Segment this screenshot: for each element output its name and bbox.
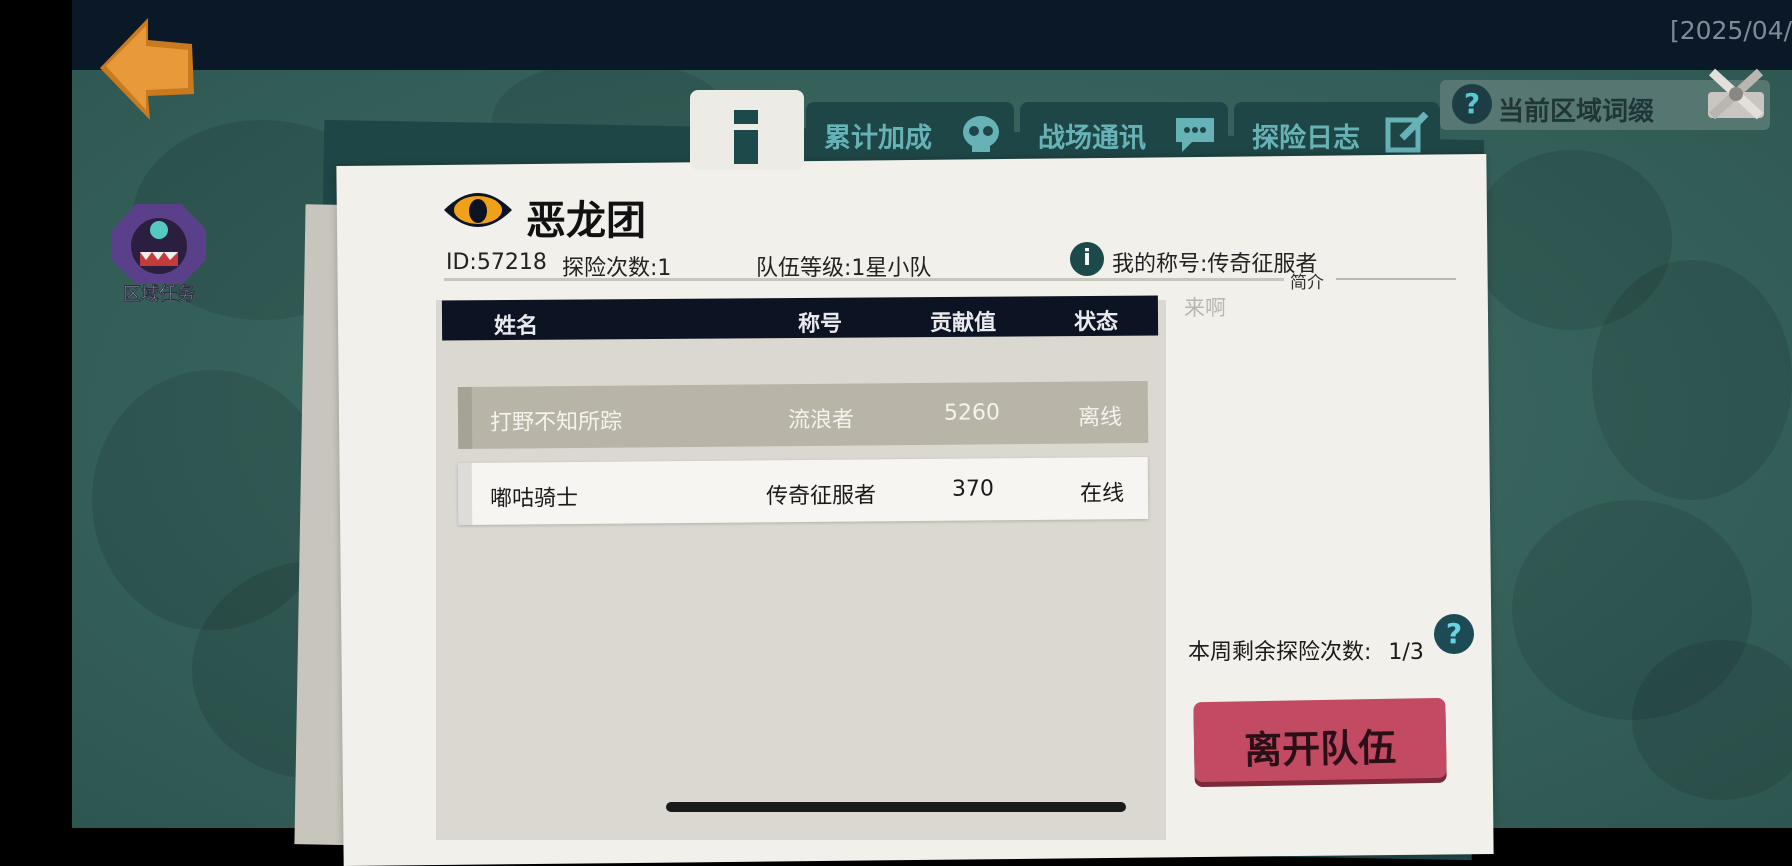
- member-contribution: 370: [951, 476, 995, 502]
- top-bar: [2025/04/: [72, 0, 1792, 70]
- table-row[interactable]: 嘟咕骑士 传奇征服者 370 在线: [457, 456, 1149, 526]
- crossed-swords-icon[interactable]: [1702, 66, 1770, 124]
- team-id: ID:57218: [446, 250, 547, 275]
- help-icon[interactable]: ?: [1434, 614, 1474, 654]
- row-stripe: [457, 386, 473, 450]
- home-indicator[interactable]: [666, 802, 1126, 812]
- row-stripe: [457, 462, 473, 526]
- region-quest-icon: [112, 204, 206, 284]
- table-row[interactable]: 打野不知所踪 流浪者 5260 离线: [457, 380, 1149, 450]
- intro-divider: [1336, 278, 1456, 280]
- leave-team-button[interactable]: 离开队伍: [1193, 697, 1447, 783]
- header-title: 称号: [797, 311, 843, 338]
- member-title: 传奇征服者: [765, 483, 877, 510]
- chat-bubble-icon: [1176, 118, 1214, 152]
- intro-text: 来啊: [1184, 296, 1226, 320]
- member-status: 离线: [1077, 405, 1123, 431]
- foliage-blob: [1632, 640, 1792, 800]
- tab-battle-comms[interactable]: 战场通讯: [1020, 102, 1228, 164]
- eye-logo-icon: [444, 193, 512, 227]
- tab-label: 探险日志: [1252, 123, 1360, 154]
- member-name: 打野不知所踪: [489, 409, 623, 436]
- date-text: [2025/04/: [1669, 16, 1792, 45]
- divider: [444, 278, 1284, 281]
- weekly-remaining: 本周剩余探险次数: 1/3: [1188, 634, 1424, 666]
- weekly-remaining-label: 本周剩余探险次数:: [1188, 640, 1372, 665]
- region-affix-label: 当前区域词缀: [1498, 97, 1655, 127]
- header-name: 姓名: [493, 313, 539, 340]
- info-icon: i: [1070, 242, 1104, 276]
- help-icon[interactable]: ?: [1452, 84, 1492, 124]
- region-quest-label: 区域任务: [123, 284, 195, 305]
- info-icon: [734, 110, 758, 164]
- member-contribution: 5260: [943, 400, 1001, 426]
- foliage-blob: [1592, 260, 1792, 500]
- edit-log-icon: [1385, 112, 1429, 153]
- leave-team-label: 离开队伍: [1243, 725, 1397, 773]
- tab-label: 战场通讯: [1038, 123, 1146, 154]
- back-arrow-icon: [100, 18, 194, 120]
- tab-label: 累计加成: [824, 123, 932, 154]
- tab-info[interactable]: [690, 90, 804, 170]
- skull-icon: [963, 116, 999, 152]
- back-button[interactable]: [92, 10, 202, 120]
- tab-cumulative-bonus[interactable]: 累计加成: [806, 102, 1014, 164]
- member-status: 在线: [1079, 481, 1125, 507]
- intro-label: 简介: [1290, 273, 1324, 293]
- member-title: 流浪者: [787, 407, 855, 434]
- member-name: 嘟咕骑士: [489, 485, 579, 512]
- header-status: 状态: [1073, 309, 1119, 336]
- my-title: 我的称号:传奇征服者: [1112, 252, 1318, 277]
- member-table-header: 姓名 称号 贡献值 状态: [441, 295, 1159, 341]
- region-quest-button[interactable]: 区域任务: [106, 200, 212, 310]
- header-contribution: 贡献值: [929, 310, 997, 337]
- team-name: 恶龙团: [526, 198, 646, 244]
- weekly-remaining-value: 1/3: [1388, 640, 1424, 665]
